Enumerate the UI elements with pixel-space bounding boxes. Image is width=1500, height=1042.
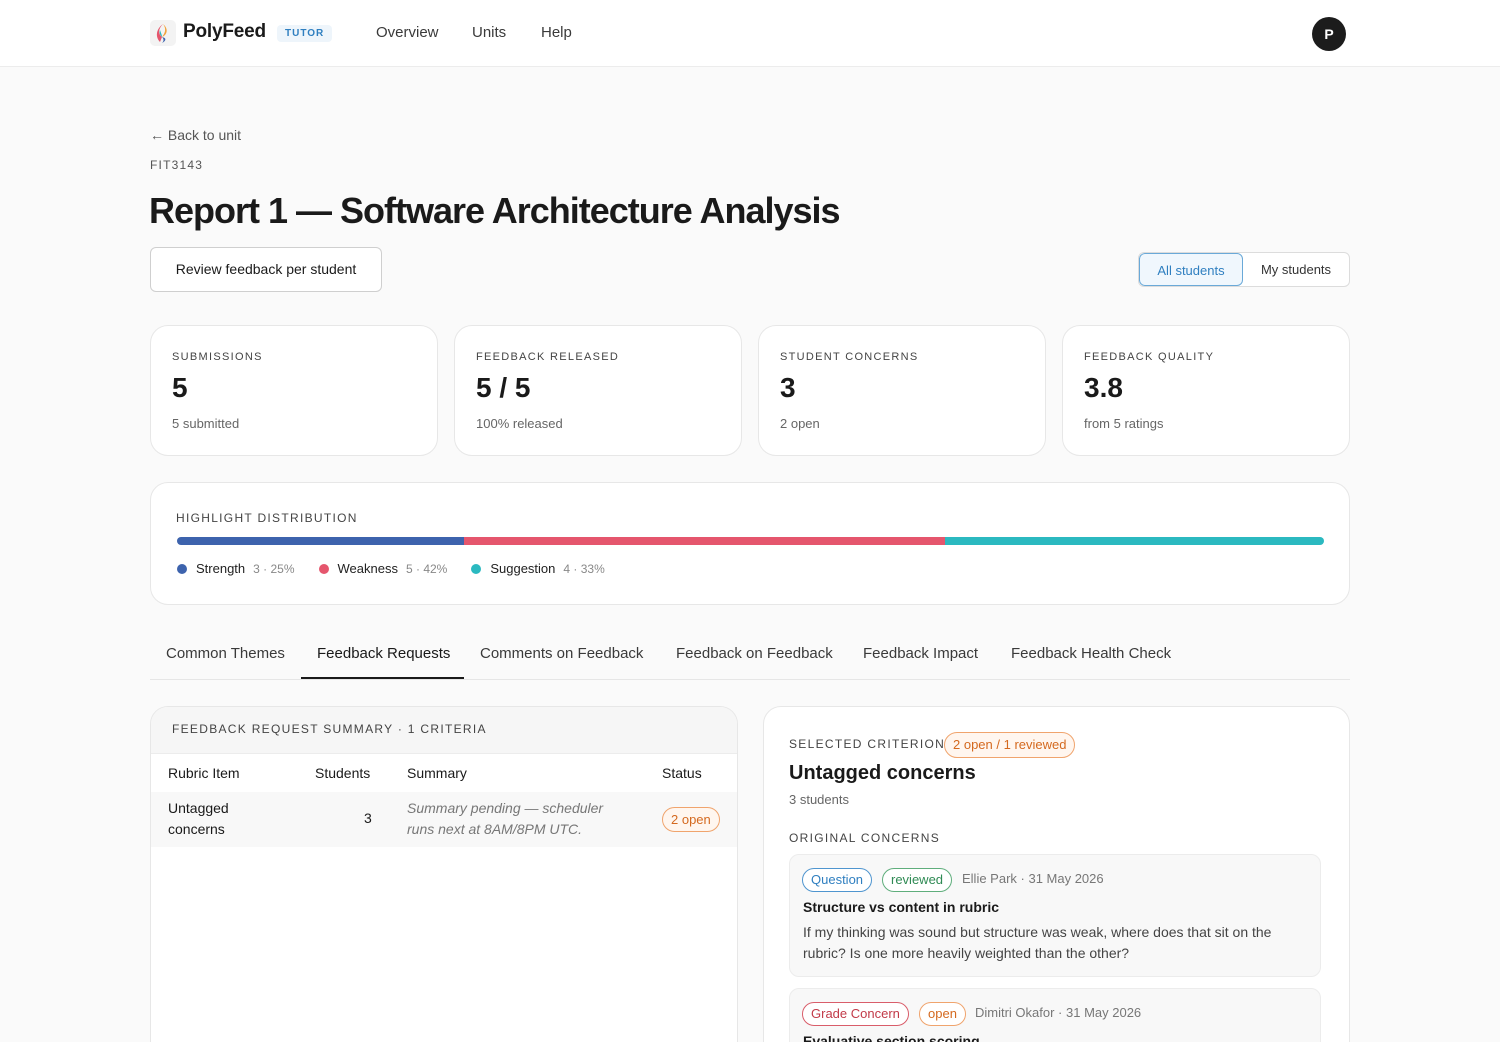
students-count-cell: 3 — [364, 810, 372, 826]
tab-feedback-on-feedback[interactable]: Feedback on Feedback — [676, 645, 833, 662]
stat-value: 3 — [780, 372, 796, 403]
legend-name: Weakness — [337, 561, 398, 576]
rubric-item-line: concerns — [168, 821, 225, 837]
summary-cell: Summary pending — scheduler runs next at… — [407, 798, 603, 840]
concern-type-badge: Grade Concern — [802, 1002, 909, 1026]
summary-line: Summary pending — scheduler — [407, 800, 604, 816]
selected-criterion-label: SELECTED CRITERION — [789, 737, 946, 751]
column-header-rubric-item: Rubric Item — [168, 765, 240, 781]
concern-state-badge: open — [919, 1002, 966, 1026]
stat-label: FEEDBACK QUALITY — [1084, 351, 1215, 363]
distribution-bar — [177, 537, 1324, 545]
tab-feedback-health-check[interactable]: Feedback Health Check — [1011, 645, 1171, 662]
column-header-students: Students — [315, 765, 371, 781]
polyfeed-logo-icon[interactable] — [150, 20, 176, 46]
concern-meta: Dimitri Okafor · 31 May 2026 — [975, 1005, 1142, 1020]
stat-card-feedback-quality: FEEDBACK QUALITY 3.8 from 5 ratings — [1062, 325, 1350, 456]
legend-stat: 5 · 42% — [405, 561, 448, 576]
stat-value: 5 — [172, 372, 188, 403]
original-concerns-heading: ORIGINAL CONCERNS — [789, 831, 941, 845]
summary-line: runs next at 8AM/8PM UTC. — [407, 821, 583, 837]
concern-state-badge: reviewed — [882, 868, 953, 892]
unit-code: FIT3143 — [150, 158, 204, 172]
stat-subtext: 100% released — [476, 416, 563, 431]
stat-subtext: 5 submitted — [172, 416, 240, 431]
nav-units[interactable]: Units — [472, 24, 506, 41]
legend-dot-icon — [177, 563, 187, 574]
stat-subtext: 2 open — [780, 416, 820, 431]
top-navigation-bar: PolyFeed TUTOR Overview Units Help P — [0, 0, 1500, 67]
nav-help[interactable]: Help — [541, 24, 572, 41]
stat-subtext: from 5 ratings — [1084, 416, 1164, 431]
column-header-status: Status — [662, 765, 702, 781]
stat-value: 3.8 — [1084, 372, 1123, 403]
stat-value: 5 / 5 — [476, 372, 531, 403]
active-tab-indicator — [301, 677, 464, 679]
tab-comments-on-feedback[interactable]: Comments on Feedback — [480, 645, 643, 662]
stat-label: SUBMISSIONS — [172, 351, 263, 363]
brand-name[interactable]: PolyFeed — [183, 21, 266, 43]
selected-criterion-panel: SELECTED CRITERION 2 open / 1 reviewed U… — [763, 706, 1350, 1042]
my-students-option[interactable]: My students — [1243, 253, 1349, 286]
status-badge: 2 open — [662, 807, 720, 832]
summary-heading: FEEDBACK REQUEST SUMMARY · 1 CRITERIA — [151, 707, 737, 754]
legend-item-strength: Strength 3 · 25% — [177, 561, 295, 576]
criterion-status-badge: 2 open / 1 reviewed — [944, 732, 1076, 758]
nav-overview[interactable]: Overview — [376, 24, 439, 41]
legend-dot-icon — [318, 563, 329, 574]
stat-label: FEEDBACK RELEASED — [476, 351, 620, 363]
stat-card-student-concerns: STUDENT CONCERNS 3 2 open — [758, 325, 1046, 456]
tab-common-themes[interactable]: Common Themes — [166, 645, 285, 662]
stat-label: STUDENT CONCERNS — [780, 351, 919, 363]
concern-type-badge: Question — [802, 868, 873, 892]
legend-name: Suggestion — [490, 561, 556, 576]
tab-feedback-impact[interactable]: Feedback Impact — [863, 645, 978, 662]
highlight-distribution-panel: HIGHLIGHT DISTRIBUTION Strength 3 · 25% … — [150, 482, 1350, 605]
student-filter-toggle: All students My students — [1138, 252, 1350, 287]
page-title: Report 1 — Software Architecture Analysi… — [149, 190, 841, 231]
concern-title: Structure vs content in rubric — [803, 899, 1000, 915]
distribution-segment-weakness — [463, 537, 946, 545]
criterion-student-count: 3 students — [789, 792, 849, 807]
tab-feedback-requests[interactable]: Feedback Requests — [317, 645, 450, 662]
analysis-tabs: Common Themes Feedback Requests Comments… — [150, 630, 1350, 680]
concern-card[interactable]: Grade Concern open Dimitri Okafor · 31 M… — [789, 988, 1321, 1042]
legend-stat: 4 · 33% — [563, 561, 605, 576]
legend-dot-icon — [471, 563, 482, 574]
rubric-item-cell: Untagged concerns — [168, 798, 229, 840]
legend-item-suggestion: Suggestion 4 · 33% — [471, 561, 605, 576]
user-avatar[interactable]: P — [1312, 17, 1346, 51]
rubric-item-line: Untagged — [168, 800, 229, 816]
legend-name: Strength — [196, 561, 246, 576]
all-students-option[interactable]: All students — [1139, 253, 1243, 286]
stat-card-feedback-released: FEEDBACK RELEASED 5 / 5 100% released — [454, 325, 742, 456]
concern-card[interactable]: Question reviewed Ellie Park · 31 May 20… — [789, 854, 1321, 977]
distribution-segment-suggestion — [945, 537, 1324, 545]
distribution-label: HIGHLIGHT DISTRIBUTION — [176, 511, 358, 525]
column-header-summary: Summary — [407, 765, 467, 781]
legend-stat: 3 · 25% — [253, 561, 295, 576]
role-badge: TUTOR — [277, 25, 333, 42]
feedback-request-summary-panel: FEEDBACK REQUEST SUMMARY · 1 CRITERIA Ru… — [150, 706, 738, 1042]
distribution-segment-strength — [177, 537, 464, 545]
review-feedback-per-student-button[interactable]: Review feedback per student — [150, 247, 382, 292]
legend-item-weakness: Weakness 5 · 42% — [318, 561, 448, 576]
criterion-title: Untagged concerns — [789, 762, 976, 784]
distribution-legend: Strength 3 · 25% Weakness 5 · 42% Sugges… — [177, 561, 629, 576]
concern-title: Evaluative section scoring — [803, 1033, 980, 1042]
concern-body: If my thinking was sound but structure w… — [803, 924, 1272, 961]
back-to-unit-link[interactable]: ← Back to unit — [150, 127, 241, 143]
stat-card-submissions: SUBMISSIONS 5 5 submitted — [150, 325, 438, 456]
concern-meta: Ellie Park · 31 May 2026 — [962, 871, 1104, 886]
